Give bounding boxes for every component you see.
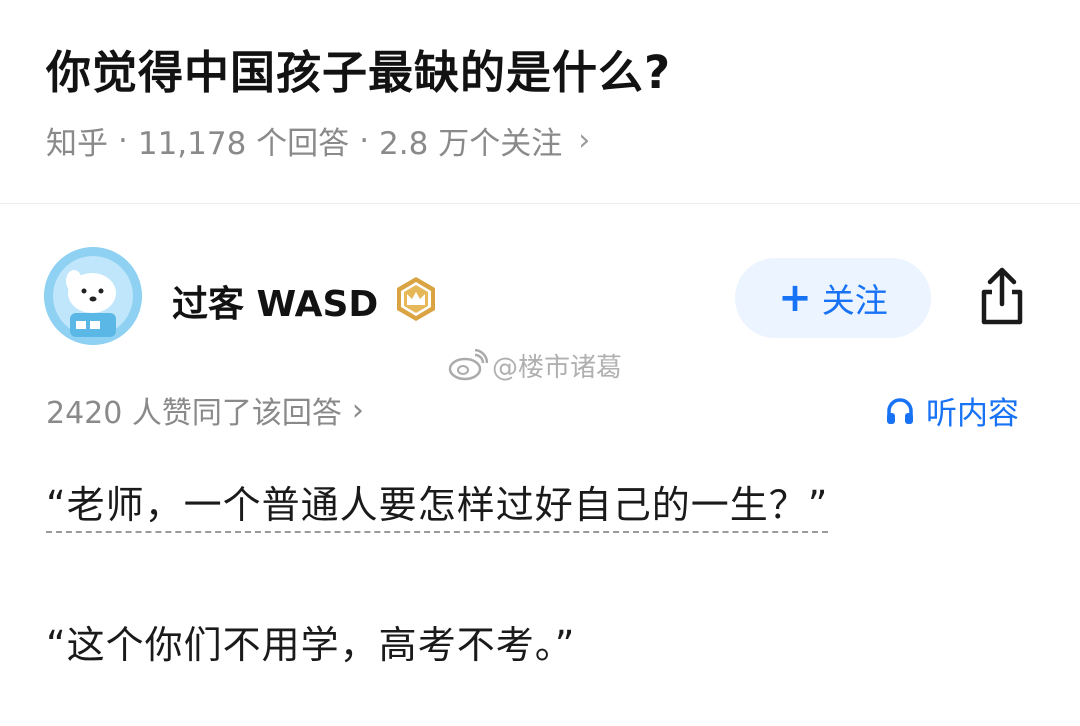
question-title[interactable]: 你觉得中国孩子最缺的是什么? (46, 36, 671, 101)
follow-label: 关注 (821, 281, 888, 320)
chevron-right-icon: › (578, 123, 591, 158)
author-name[interactable]: 过客 WASD (172, 275, 378, 327)
votes-row[interactable]: 2420 人赞同了该回答 › (46, 388, 364, 432)
listen-label: 听内容 (926, 396, 1019, 432)
follower-count: 2.8 万个关注 (379, 126, 563, 162)
chevron-right-icon: › (351, 392, 364, 428)
votes-text: 2420 人赞同了该回答 (46, 396, 342, 431)
answer-paragraph-text[interactable]: “老师，一个普通人要怎样过好自己的一生？” (46, 483, 829, 533)
watermark-text: @楼市诸葛 (492, 352, 623, 383)
avatar[interactable] (44, 247, 142, 345)
separator-dot: · (359, 122, 370, 159)
share-icon[interactable] (974, 266, 1030, 328)
section-divider (0, 203, 1080, 204)
plus-icon: + (778, 275, 812, 321)
answer-paragraph: “这个你们不用学，高考不考。” (46, 614, 575, 669)
answer-paragraph: “老师，一个普通人要怎样过好自己的一生？” (46, 474, 829, 533)
listen-button[interactable]: 听内容 (884, 388, 1019, 433)
separator-dot: · (118, 122, 128, 159)
weibo-icon (448, 349, 488, 381)
answer-paragraph-text: “这个你们不用学，高考不考。” (46, 623, 576, 667)
question-meta[interactable]: 知乎 · 11,178 个回答 · 2.8 万个关注 › (46, 118, 590, 163)
answer-count: 11,178 个回答 (137, 126, 350, 162)
source-label: 知乎 (46, 126, 108, 162)
avatar-image (44, 247, 142, 345)
follow-button[interactable]: + 关注 (735, 258, 931, 338)
watermark: @楼市诸葛 (448, 347, 622, 383)
crown-badge-icon (392, 275, 440, 323)
headphones-icon (887, 397, 913, 424)
